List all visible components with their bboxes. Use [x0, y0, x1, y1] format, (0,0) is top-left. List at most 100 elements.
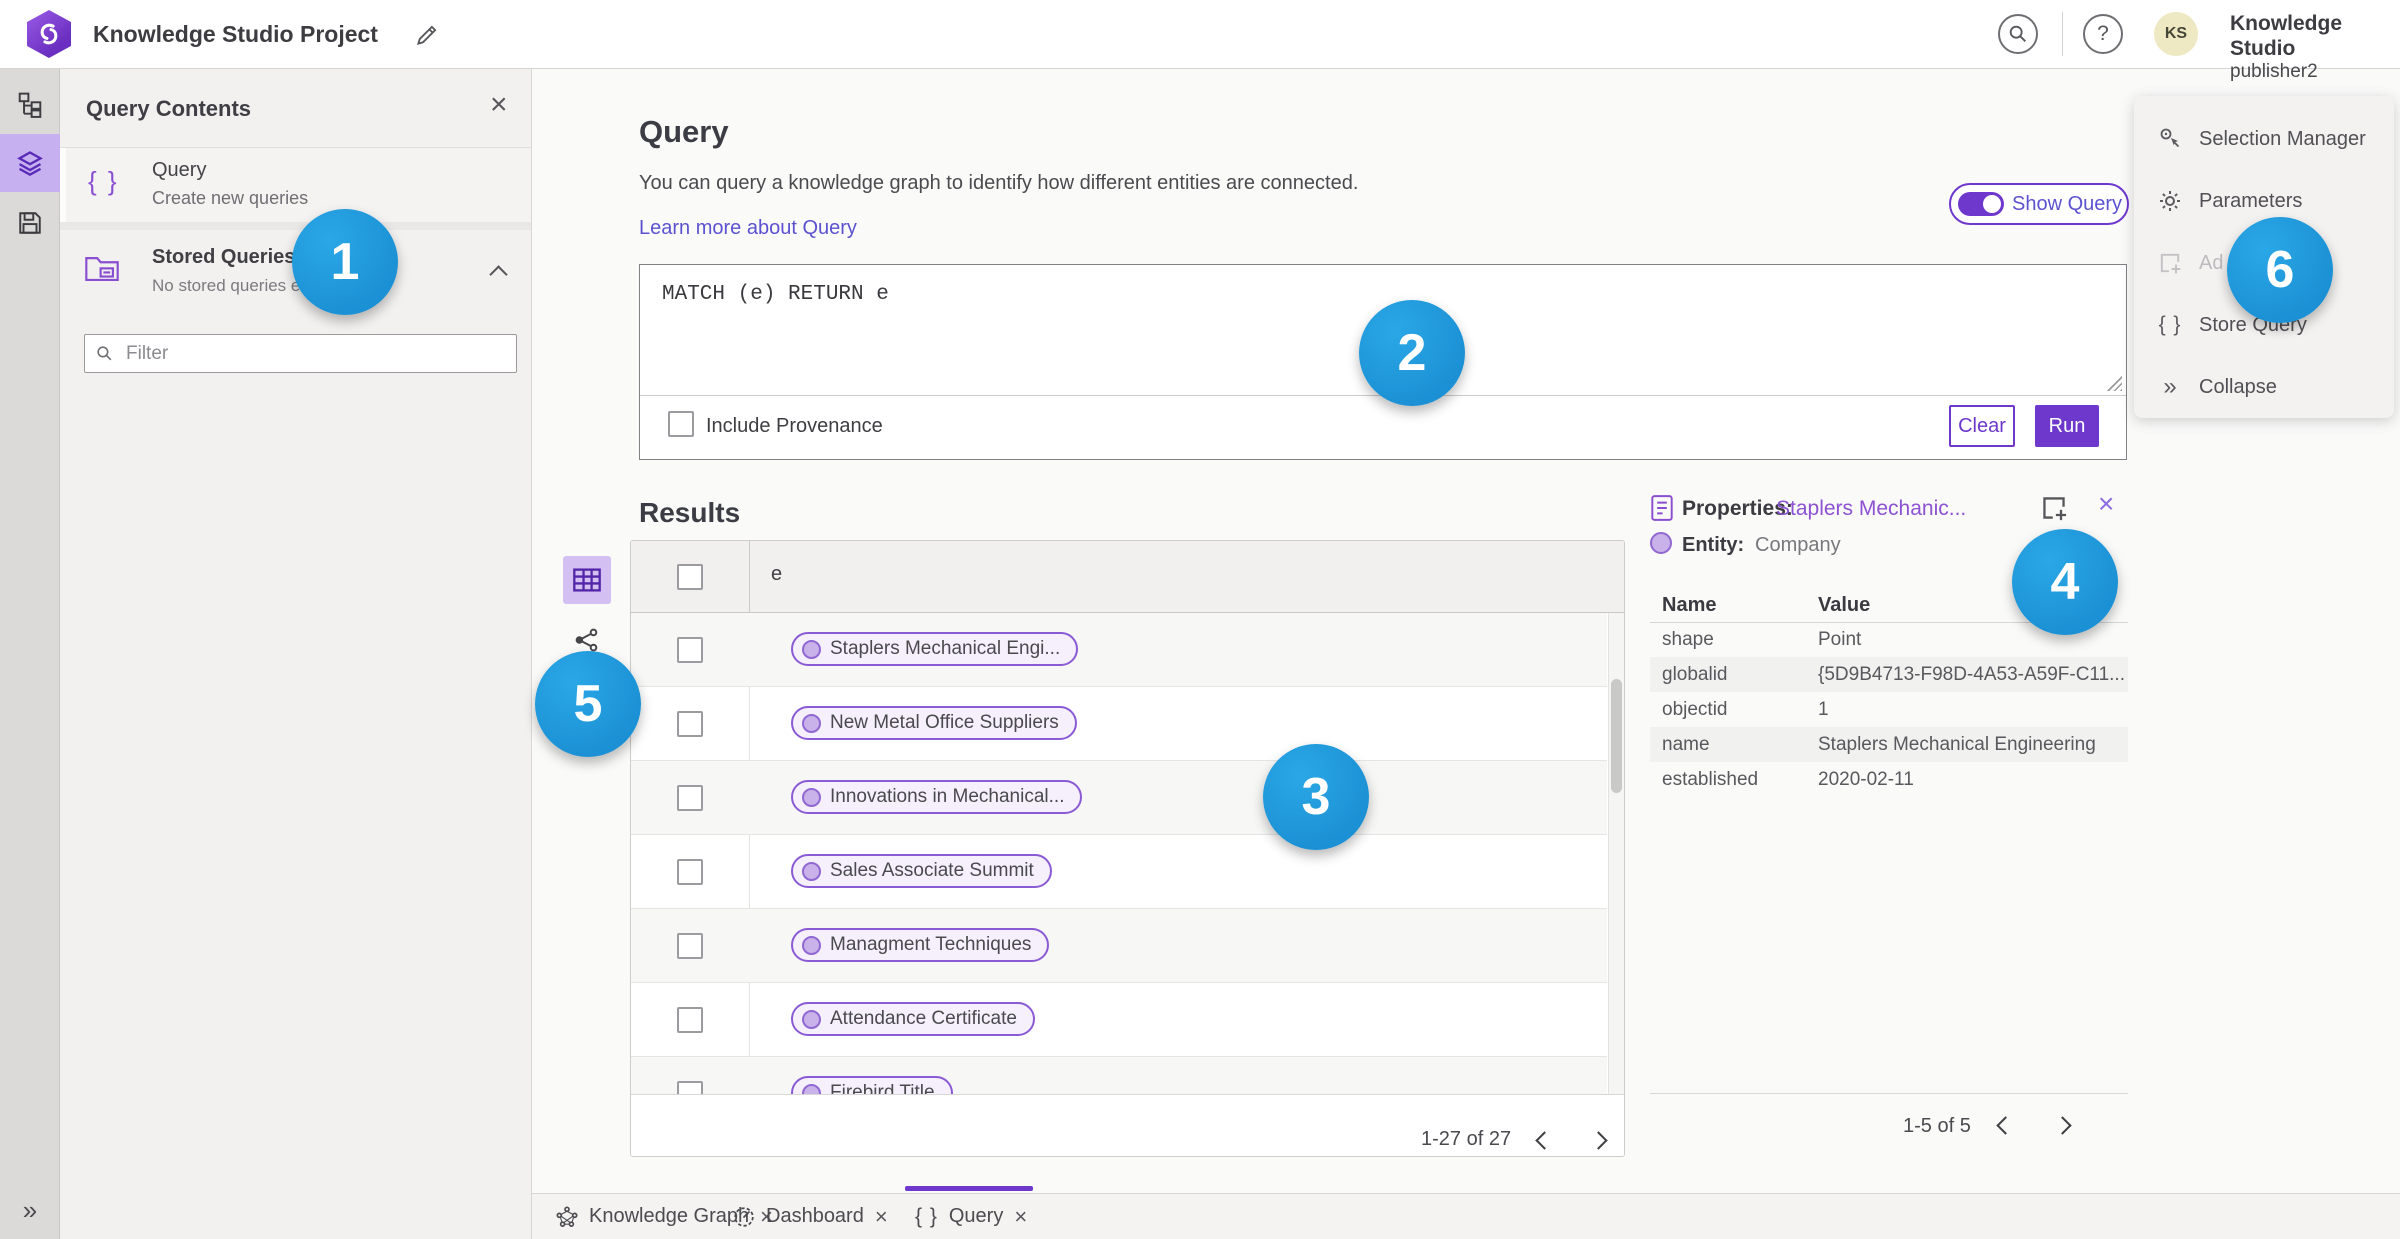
clear-button[interactable]: Clear [1949, 405, 2015, 447]
entity-pill[interactable]: Innovations in Mechanical... [791, 780, 1083, 814]
entity-pill[interactable]: Attendance Certificate [791, 1002, 1035, 1036]
entity-pill[interactable]: Managment Techniques [791, 928, 1050, 962]
table-row[interactable]: Managment Techniques [631, 909, 1607, 983]
add-icon [2158, 251, 2182, 275]
include-provenance-label: Include Provenance [706, 415, 883, 437]
annotation-badge-1: 1 [292, 209, 398, 315]
entity-pill-label: New Metal Office Suppliers [830, 712, 1059, 733]
table-row[interactable]: Innovations in Mechanical... [631, 761, 1607, 835]
selection-manager-icon [2158, 127, 2182, 151]
menu-item-selection-manager[interactable]: Selection Manager [2134, 108, 2394, 170]
rail-item-save[interactable] [0, 194, 60, 252]
save-icon [17, 210, 43, 236]
menu-item-collapse[interactable]: » Collapse [2134, 356, 2394, 418]
properties-close-button[interactable]: × [2098, 490, 2114, 518]
run-button[interactable]: Run [2035, 405, 2099, 447]
row-checkbox[interactable] [677, 1081, 703, 1094]
query-code-input[interactable]: MATCH (e) RETURN e [662, 283, 889, 306]
row-checkbox[interactable] [677, 637, 703, 663]
annotation-badge-4: 4 [2012, 529, 2118, 635]
pagination-next-button[interactable] [1578, 1120, 1618, 1156]
column-separator [749, 541, 750, 612]
filter-field [84, 334, 517, 373]
tab-query-active[interactable]: { } Query × [915, 1194, 1027, 1239]
row-checkbox[interactable] [677, 859, 703, 885]
edit-title-button[interactable] [414, 22, 440, 48]
property-name: objectid [1662, 699, 1728, 720]
question-icon: ? [2097, 22, 2109, 45]
knowledge-studio-app: Knowledge Studio Project ? KS Knowledge … [0, 0, 2400, 1239]
table-icon [572, 567, 602, 593]
results-table-header: e [631, 541, 1624, 613]
gear-icon [2158, 189, 2182, 213]
resize-handle[interactable] [2106, 375, 2122, 391]
search-button[interactable] [1998, 14, 2038, 54]
pagination-prev-button[interactable] [1524, 1120, 1564, 1156]
entity-pill[interactable]: Staplers Mechanical Engi... [791, 632, 1079, 666]
table-row[interactable]: Firebird Title [631, 1057, 1607, 1094]
braces-icon: { } [915, 1204, 938, 1228]
app-logo[interactable] [27, 10, 71, 58]
tab-close-icon[interactable]: × [875, 1205, 888, 1228]
row-checkbox[interactable] [677, 711, 703, 737]
menu-item-label: Collapse [2199, 375, 2277, 398]
toggle-label: Show Query [2012, 192, 2123, 215]
panel-close-button[interactable]: × [490, 90, 508, 120]
property-value: 2020-02-11 [1818, 769, 1914, 790]
query-item-sublabel: Create new queries [152, 188, 309, 208]
property-value: Staplers Mechanical Engineering [1818, 734, 2096, 755]
entity-dot-icon [1650, 532, 1672, 554]
table-row[interactable]: Staplers Mechanical Engi... [631, 613, 1607, 687]
query-description: You can query a knowledge graph to ident… [639, 172, 1359, 194]
entity-pill-label: Innovations in Mechanical... [830, 786, 1065, 807]
row-checkbox[interactable] [677, 785, 703, 811]
toggle-knob [1983, 195, 2001, 213]
dashboard-icon [733, 1206, 755, 1228]
properties-prev-button[interactable] [1985, 1105, 2025, 1145]
rail-item-hierarchy[interactable] [0, 76, 60, 134]
help-button[interactable]: ? [2083, 14, 2123, 54]
menu-item-label: Selection Manager [2199, 127, 2366, 150]
results-scrollbar[interactable] [1608, 613, 1624, 1094]
braces-icon: { } [2158, 313, 2182, 336]
scrollbar-thumb[interactable] [1611, 679, 1622, 793]
entity-pill[interactable]: Sales Associate Summit [791, 854, 1052, 888]
properties-next-button[interactable] [2042, 1105, 2082, 1145]
entity-dot-icon [802, 639, 821, 659]
property-name: name [1662, 734, 1710, 755]
pencil-icon [414, 22, 440, 48]
entity-dot-icon [802, 787, 821, 807]
user-block[interactable]: Knowledge Studio publisher2 [2230, 11, 2400, 83]
entity-pill[interactable]: Firebird Title [791, 1076, 953, 1094]
toggle-switch[interactable] [1958, 192, 2004, 216]
chevron-up-icon[interactable] [489, 265, 508, 284]
rail-expand-button[interactable]: » [0, 1190, 60, 1230]
table-view-button[interactable] [563, 556, 611, 604]
show-query-toggle[interactable]: Show Query [1949, 183, 2129, 225]
rail-item-layers[interactable] [0, 134, 60, 192]
row-checkbox[interactable] [677, 933, 703, 959]
user-avatar[interactable]: KS [2154, 12, 2198, 56]
row-checkbox[interactable] [677, 1007, 703, 1033]
table-row[interactable]: Attendance Certificate [631, 983, 1607, 1057]
entity-pill[interactable]: New Metal Office Suppliers [791, 706, 1077, 740]
swirl-icon [34, 18, 64, 50]
select-all-checkbox[interactable] [677, 564, 703, 590]
add-to-selection-button[interactable] [2040, 494, 2068, 522]
table-row[interactable]: New Metal Office Suppliers [631, 687, 1607, 761]
filter-input[interactable] [124, 341, 506, 366]
menu-item-label: Ad [2199, 251, 2224, 274]
table-row[interactable]: Sales Associate Summit [631, 835, 1607, 909]
column-header-e: e [771, 563, 783, 585]
properties-entity-link[interactable]: Staplers Mechanic... [1776, 497, 1966, 521]
search-icon [2007, 23, 2029, 45]
learn-more-link[interactable]: Learn more about Query [639, 217, 857, 240]
left-rail: » [0, 68, 60, 1239]
tab-dashboard[interactable]: Dashboard × [733, 1194, 888, 1239]
results-title: Results [639, 497, 741, 528]
tab-close-icon[interactable]: × [1014, 1205, 1027, 1228]
include-provenance-checkbox[interactable] [668, 411, 694, 437]
query-item-accent [60, 148, 66, 222]
query-item[interactable]: { } Query Create new queries [60, 148, 531, 222]
entity-pill-label: Firebird Title [830, 1082, 935, 1094]
